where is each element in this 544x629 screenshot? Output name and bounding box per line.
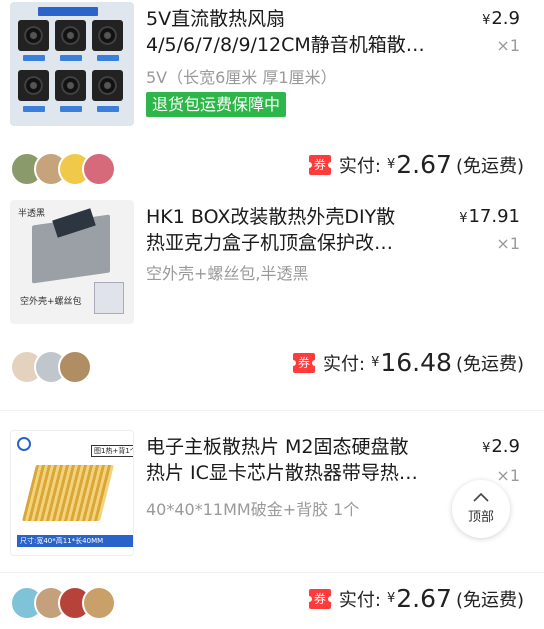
back-to-top-label: 顶部	[467, 510, 494, 525]
case-label-top: 半透黑	[18, 209, 46, 219]
unit-price: ¥2.9	[482, 8, 520, 29]
return-shipping-badge: 退货包运费保障中	[146, 92, 287, 117]
avatar	[82, 586, 116, 620]
sku-spec: 40*40*11MM破金+背胶 1个	[146, 500, 360, 519]
avatar	[82, 152, 116, 186]
paid-amount: 16.48	[380, 348, 452, 377]
quantity: ×1	[496, 234, 520, 253]
shipping-note: (免运费)	[455, 155, 524, 177]
section-divider	[0, 410, 544, 411]
product-title[interactable]: 电子主板散热片 M2固态硬盘散 热片 IC显卡芯片散热器带导热…	[146, 434, 446, 486]
product-title-line1: HK1 BOX改装散热外壳DIY散	[146, 206, 396, 228]
paid-amount: 2.67	[396, 584, 452, 613]
coupon-icon: 券	[305, 588, 334, 609]
product-title-line1: 5V直流散热风扇	[146, 8, 286, 30]
product-title-line2: 4/5/6/7/8/9/12CM静音机箱散…	[146, 34, 425, 56]
chevron-up-icon	[473, 492, 489, 502]
unit-price: ¥17.91	[459, 206, 520, 227]
product-title[interactable]: HK1 BOX改装散热外壳DIY散 热亚克力盒子机顶盒保护改…	[146, 204, 446, 256]
product-title[interactable]: 5V直流散热风扇 4/5/6/7/8/9/12CM静音机箱散…	[146, 6, 446, 58]
coupon-icon: 券	[290, 352, 319, 373]
quantity: ×1	[496, 466, 520, 485]
shipping-note: (免运费)	[455, 589, 524, 611]
paid-total: 券 实付: ¥ 2.67 (免运费)	[305, 584, 524, 613]
case-label-bottom: 空外壳+螺丝包	[20, 297, 82, 307]
quantity: ×1	[496, 36, 520, 55]
product-title-line2: 热亚克力盒子机顶盒保护改…	[146, 232, 394, 254]
section-divider	[0, 572, 544, 573]
product-title-line1: 电子主板散热片 M2固态硬盘散	[146, 436, 409, 458]
product-image-fan[interactable]	[10, 2, 134, 126]
payment-summary-1: 券 实付: ¥ 2.67 (免运费)	[0, 146, 544, 190]
payment-summary-2: 券 实付: ¥ 16.48 (免运费)	[0, 344, 544, 388]
coupon-icon: 券	[305, 154, 334, 175]
brand-logo-icon	[17, 437, 31, 451]
paid-amount: 2.67	[396, 150, 452, 179]
sku-spec: 5V（长宽6厘米 厚1厘米）	[146, 68, 337, 87]
paid-total: 券 实付: ¥ 2.67 (免运费)	[305, 150, 524, 179]
shipping-note: (免运费)	[455, 353, 524, 375]
product-image-heatsink[interactable]: 图1热+背1个 尺寸:宽40*高11*长40MM	[10, 430, 134, 556]
heatsink-graphic	[22, 465, 114, 521]
payment-summary-3: 券 实付: ¥ 2.67 (免运费)	[0, 580, 544, 624]
avatar	[58, 350, 92, 384]
product-title-line2: 热片 IC显卡芯片散热器带导热…	[146, 462, 418, 484]
fan-image-graphic	[18, 7, 126, 120]
heatsink-tag: 图1热+背1个	[91, 445, 133, 457]
back-to-top-button[interactable]: 顶部	[452, 480, 510, 538]
unit-price: ¥2.9	[482, 436, 520, 457]
paid-total: 券 实付: ¥ 16.48 (免运费)	[290, 348, 524, 377]
heatsink-size-label: 尺寸:宽40*高11*长40MM	[17, 535, 133, 547]
product-image-case[interactable]: 半透黑 空外壳+螺丝包	[10, 200, 134, 324]
sku-spec: 空外壳+螺丝包,半透黑	[146, 264, 309, 283]
